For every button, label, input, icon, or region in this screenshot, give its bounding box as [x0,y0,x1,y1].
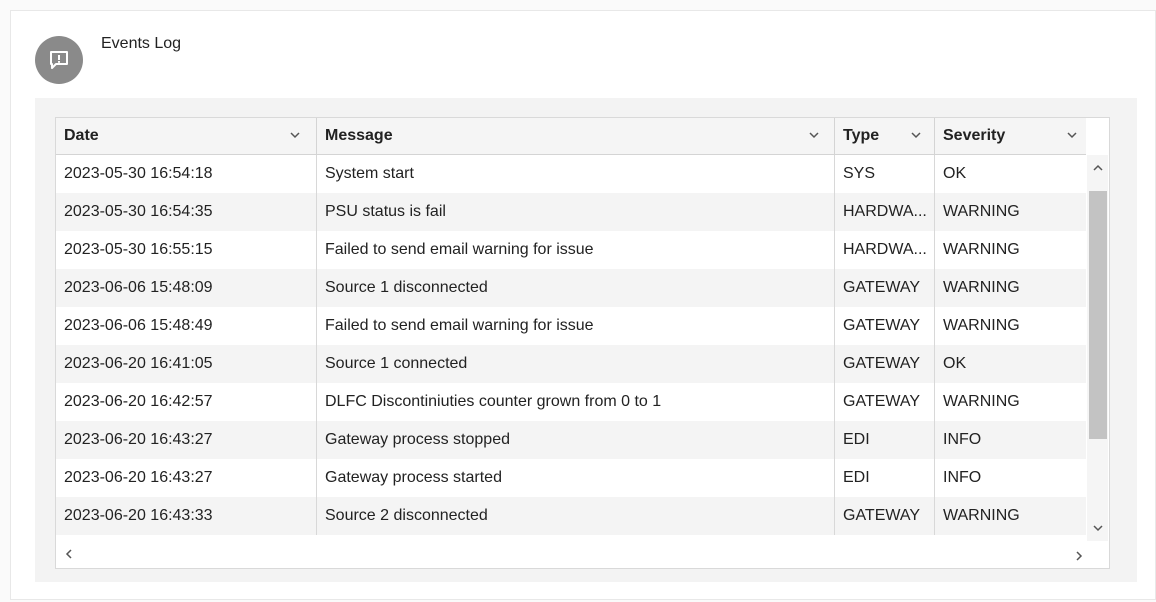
message-cell: Source 2 disconnected [317,497,835,535]
table-header: Date Message Type Severity [56,118,1086,155]
table-row[interactable]: 2023-05-30 16:54:18 System start SYS OK [56,155,1086,193]
message-cell: DLFC Discontiniuties counter grown from … [317,383,835,421]
chevron-down-icon[interactable] [1091,521,1105,535]
severity-cell: INFO [943,469,982,486]
chevron-down-icon[interactable] [807,128,821,142]
message-cell: Failed to send email warning for issue [317,231,835,269]
message-cell: Gateway process started [317,459,835,497]
severity-cell: WARNING [943,507,1020,524]
chevron-right-icon[interactable] [1072,549,1086,563]
date-cell: 2023-06-20 16:42:57 [56,383,317,421]
date-cell: 2023-06-06 15:48:49 [56,307,317,345]
message-cell: Source 1 disconnected [317,269,835,307]
column-header-type[interactable]: Type [835,118,935,154]
message-cell: Failed to send email warning for issue [317,307,835,345]
severity-cell: INFO [943,431,982,448]
vertical-scrollbar[interactable] [1087,155,1108,541]
column-header-message[interactable]: Message [317,118,835,154]
chevron-down-icon[interactable] [1065,128,1079,142]
column-header-date[interactable]: Date [56,118,317,154]
severity-cell: WARNING [943,241,1020,258]
chevron-left-icon[interactable] [62,547,76,561]
column-header-label: Severity [943,127,1006,144]
severity-cell: WARNING [943,203,1020,220]
date-cell: 2023-06-20 16:43:27 [56,421,317,459]
type-cell: GATEWAY [835,345,935,383]
type-cell: HARDWA... [835,231,935,269]
date-cell: 2023-06-20 16:43:33 [56,497,317,535]
severity-cell: OK [943,165,967,182]
events-table: Date Message Type Severity 2023-05-30 16… [55,117,1110,569]
type-cell: GATEWAY [835,497,935,535]
table-row[interactable]: 2023-05-30 16:55:15 Failed to send email… [56,231,1086,269]
severity-cell: WARNING [943,317,1020,334]
type-cell: EDI [835,459,935,497]
alert-message-icon [35,36,83,84]
date-cell: 2023-06-20 16:41:05 [56,345,317,383]
chevron-down-icon[interactable] [288,128,302,142]
chevron-down-icon[interactable] [909,128,923,142]
type-cell: EDI [835,421,935,459]
severity-cell: OK [943,355,967,372]
message-cell: Source 1 connected [317,345,835,383]
column-header-severity[interactable]: Severity [935,118,1086,154]
date-cell: 2023-06-20 16:43:27 [56,459,317,497]
table-row[interactable]: 2023-05-30 16:54:35 PSU status is fail H… [56,193,1086,231]
table-row[interactable]: 2023-06-20 16:43:33 Source 2 disconnecte… [56,497,1086,535]
events-log-card: Events Log Date Message Type Severity 20… [10,10,1156,600]
table-row[interactable]: 2023-06-20 16:43:27 Gateway process star… [56,459,1086,497]
date-cell: 2023-05-30 16:54:18 [56,155,317,193]
severity-cell: WARNING [943,279,1020,296]
message-cell: Gateway process stopped [317,421,835,459]
horizontal-scrollbar[interactable] [56,541,1086,567]
table-row[interactable]: 2023-06-06 15:48:09 Source 1 disconnecte… [56,269,1086,307]
type-cell: SYS [835,155,935,193]
type-cell: GATEWAY [835,383,935,421]
scroll-thumb[interactable] [1089,191,1107,439]
type-cell: GATEWAY [835,307,935,345]
table-body: 2023-05-30 16:54:18 System start SYS OK … [56,155,1086,535]
type-cell: HARDWA... [835,193,935,231]
date-cell: 2023-05-30 16:54:35 [56,193,317,231]
severity-cell: WARNING [943,393,1020,410]
table-row[interactable]: 2023-06-20 16:41:05 Source 1 connected G… [56,345,1086,383]
table-row[interactable]: 2023-06-20 16:42:57 DLFC Discontiniuties… [56,383,1086,421]
date-cell: 2023-05-30 16:55:15 [56,231,317,269]
message-cell: System start [317,155,835,193]
table-row[interactable]: 2023-06-06 15:48:49 Failed to send email… [56,307,1086,345]
message-cell: PSU status is fail [317,193,835,231]
type-cell: GATEWAY [835,269,935,307]
column-header-label: Message [325,127,393,144]
chevron-up-icon[interactable] [1091,161,1105,175]
table-row[interactable]: 2023-06-20 16:43:27 Gateway process stop… [56,421,1086,459]
date-cell: 2023-06-06 15:48:09 [56,269,317,307]
column-header-label: Date [64,127,99,144]
column-header-label: Type [843,127,880,144]
panel-title: Events Log [101,35,182,52]
table-container: Date Message Type Severity 2023-05-30 16… [35,98,1137,582]
